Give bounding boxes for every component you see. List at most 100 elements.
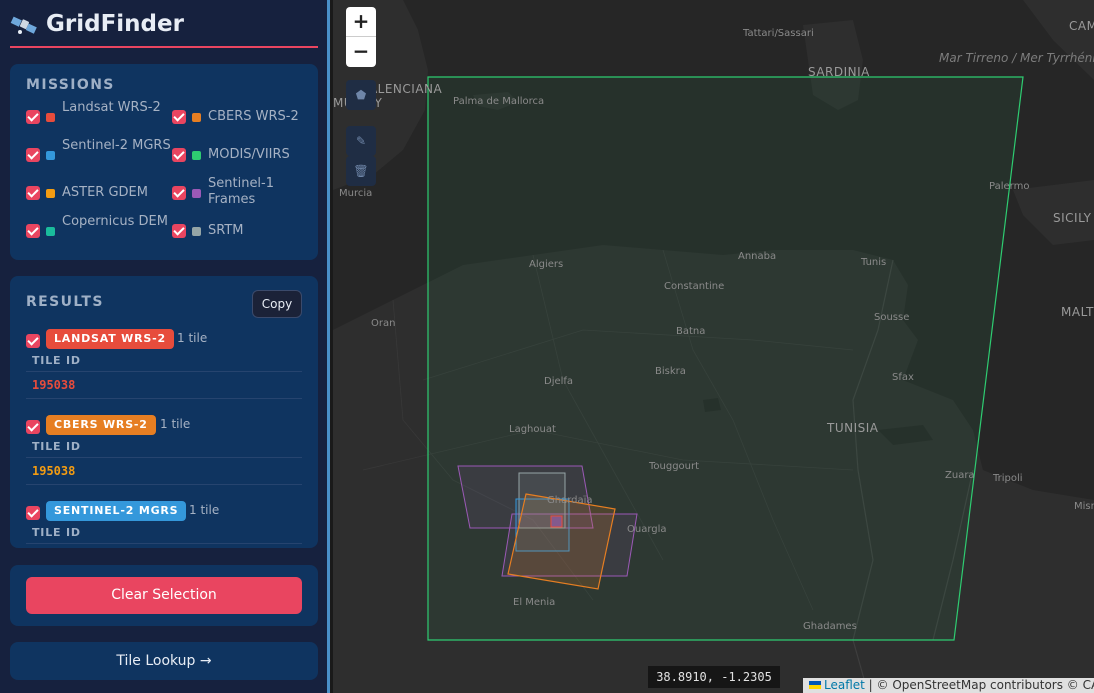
map-label: TUNISIA bbox=[827, 421, 879, 435]
mission-sentinel2-mgrs[interactable]: Sentinel-2 MGRS bbox=[26, 138, 171, 172]
tile-lookup-link[interactable]: Tile Lookup → bbox=[10, 642, 318, 680]
map-label: Palma de Mallorca bbox=[453, 96, 545, 107]
tile-count: 1 tile bbox=[189, 503, 220, 517]
mission-label: CBERS WRS-2 bbox=[208, 109, 299, 124]
color-swatch bbox=[192, 189, 201, 198]
delete-layers-icon[interactable]: 🗑 bbox=[346, 156, 376, 186]
mission-checkbox[interactable] bbox=[172, 224, 186, 238]
map-label: Tattari/Sassari bbox=[743, 28, 814, 39]
color-swatch bbox=[192, 227, 201, 236]
mission-label: ASTER GDEM bbox=[62, 185, 148, 200]
tile-id-value[interactable]: 195038 bbox=[32, 378, 75, 392]
copy-button[interactable]: Copy bbox=[252, 290, 302, 318]
color-swatch bbox=[46, 113, 55, 122]
sidebar: GridFinder MISSIONS Landsat WRS-2 CBERS … bbox=[0, 0, 330, 693]
map-label: Batna bbox=[676, 326, 706, 337]
map-label: Tripoli bbox=[993, 473, 1023, 484]
result-checkbox[interactable] bbox=[26, 506, 40, 520]
mission-checkbox[interactable] bbox=[172, 148, 186, 162]
map-label: Misr bbox=[1074, 501, 1094, 512]
map-label: Touggourt bbox=[649, 461, 700, 472]
map-label: Ouargla bbox=[627, 524, 667, 535]
result-checkbox[interactable] bbox=[26, 420, 40, 434]
tile-id-header: TILE ID bbox=[26, 354, 302, 372]
map-label: Constantine bbox=[664, 281, 725, 292]
tile-id-value[interactable]: 195038 bbox=[32, 464, 75, 478]
mission-modis-viirs[interactable]: MODIS/VIIRS bbox=[172, 138, 312, 172]
mission-checkbox[interactable] bbox=[26, 110, 40, 124]
app-root: GridFinder MISSIONS Landsat WRS-2 CBERS … bbox=[0, 0, 1094, 693]
map-label: Tunis bbox=[861, 257, 887, 268]
mission-label: Copernicus DEM bbox=[62, 214, 168, 229]
mission-badge: CBERS WRS-2 bbox=[46, 415, 156, 435]
attribution-text: | © OpenStreetMap contributors © CARTO bbox=[868, 678, 1094, 692]
mission-label: Sentinel-1 Frames bbox=[208, 176, 275, 207]
map-label: Biskra bbox=[655, 366, 686, 377]
mission-checkbox[interactable] bbox=[172, 110, 186, 124]
map-label: Oran bbox=[371, 318, 396, 329]
row-divider bbox=[26, 484, 302, 485]
map-label: Sfax bbox=[892, 372, 914, 383]
map-label: Zuara bbox=[945, 470, 975, 481]
ukraine-flag-icon bbox=[809, 681, 821, 689]
mission-label: SRTM bbox=[208, 223, 244, 238]
mission-label: Landsat WRS-2 bbox=[62, 100, 161, 115]
draw-polygon-icon[interactable]: ⬟ bbox=[346, 80, 376, 110]
map-label: Palermo bbox=[989, 181, 1030, 192]
mission-landsat-wrs2[interactable]: Landsat WRS-2 bbox=[26, 100, 166, 134]
map-label: Ghardaïa bbox=[547, 495, 593, 506]
mission-checkbox[interactable] bbox=[26, 186, 40, 200]
map-label: CAM bbox=[1069, 19, 1094, 33]
map-label: SARDINIA bbox=[808, 65, 870, 79]
map-basemap bbox=[333, 0, 1094, 693]
map-view[interactable]: Tattari/Sassari CAM SARDINIA Mar Tirreno… bbox=[333, 0, 1094, 693]
tile-id-header: TILE ID bbox=[26, 526, 302, 544]
zoom-out-button[interactable]: − bbox=[346, 37, 376, 67]
missions-panel: MISSIONS Landsat WRS-2 CBERS WRS-2 Senti… bbox=[10, 64, 318, 260]
results-list[interactable]: LANDSAT WRS-2 1 tile TILE ID 195038 CBER… bbox=[10, 320, 318, 544]
tile-id-header: TILE ID bbox=[26, 440, 302, 458]
result-checkbox[interactable] bbox=[26, 334, 40, 348]
zoom-in-button[interactable]: + bbox=[346, 7, 376, 37]
satellite-icon bbox=[10, 16, 37, 34]
map-attribution: Leaflet | © OpenStreetMap contributors ©… bbox=[803, 678, 1094, 693]
map-label: Algiers bbox=[529, 259, 564, 270]
mission-cbers-wrs2[interactable]: CBERS WRS-2 bbox=[172, 100, 312, 134]
mission-checkbox[interactable] bbox=[26, 148, 40, 162]
map-label: Djelfa bbox=[544, 376, 574, 387]
results-panel: RESULTS Copy LANDSAT WRS-2 1 tile TILE I… bbox=[10, 276, 318, 548]
row-divider bbox=[26, 398, 302, 399]
mission-badge: LANDSAT WRS-2 bbox=[46, 329, 174, 349]
mission-srtm[interactable]: SRTM bbox=[172, 214, 312, 248]
results-title: RESULTS bbox=[26, 294, 104, 310]
map-label: El Menia bbox=[513, 597, 556, 608]
footprint-landsat-cbers[interactable] bbox=[507, 493, 616, 590]
leaflet-link[interactable]: Leaflet bbox=[824, 678, 865, 692]
mission-checkbox[interactable] bbox=[172, 186, 186, 200]
actions-panel: Clear Selection bbox=[10, 565, 318, 626]
app-title: GridFinder bbox=[46, 11, 184, 37]
tile-count: 1 tile bbox=[160, 417, 191, 431]
result-group-cbers: CBERS WRS-2 1 tile TILE ID 195038 bbox=[26, 412, 302, 498]
edit-layers-icon[interactable]: ✎ bbox=[346, 126, 376, 156]
mission-copernicus-dem[interactable]: Copernicus DEM bbox=[26, 214, 168, 248]
cursor-coordinates: 38.8910, -1.2305 bbox=[648, 666, 780, 688]
map-label: Mar Tirreno / Mer Tyrrhénienne bbox=[939, 52, 1094, 64]
mission-badge: SENTINEL-2 MGRS bbox=[46, 501, 187, 521]
missions-title: MISSIONS bbox=[26, 77, 115, 93]
tile-lookup-panel[interactable]: Tile Lookup → bbox=[10, 642, 318, 680]
mission-aster-gdem[interactable]: ASTER GDEM bbox=[26, 176, 166, 210]
app-header: GridFinder bbox=[10, 8, 318, 48]
map-label: Laghouat bbox=[509, 424, 556, 435]
mission-sentinel1-frames[interactable]: Sentinel-1 Frames bbox=[172, 176, 312, 210]
result-group-landsat: LANDSAT WRS-2 1 tile TILE ID 195038 bbox=[26, 326, 302, 412]
footprint-aster[interactable] bbox=[550, 515, 563, 528]
result-group-sentinel2: SENTINEL-2 MGRS 1 tile TILE ID bbox=[26, 498, 302, 544]
mission-checkbox[interactable] bbox=[26, 224, 40, 238]
color-swatch bbox=[192, 151, 201, 160]
color-swatch bbox=[46, 227, 55, 236]
map-label: Murcia bbox=[339, 188, 373, 199]
color-swatch bbox=[192, 113, 201, 122]
clear-selection-button[interactable]: Clear Selection bbox=[26, 577, 302, 614]
map-label: Sousse bbox=[874, 312, 910, 323]
